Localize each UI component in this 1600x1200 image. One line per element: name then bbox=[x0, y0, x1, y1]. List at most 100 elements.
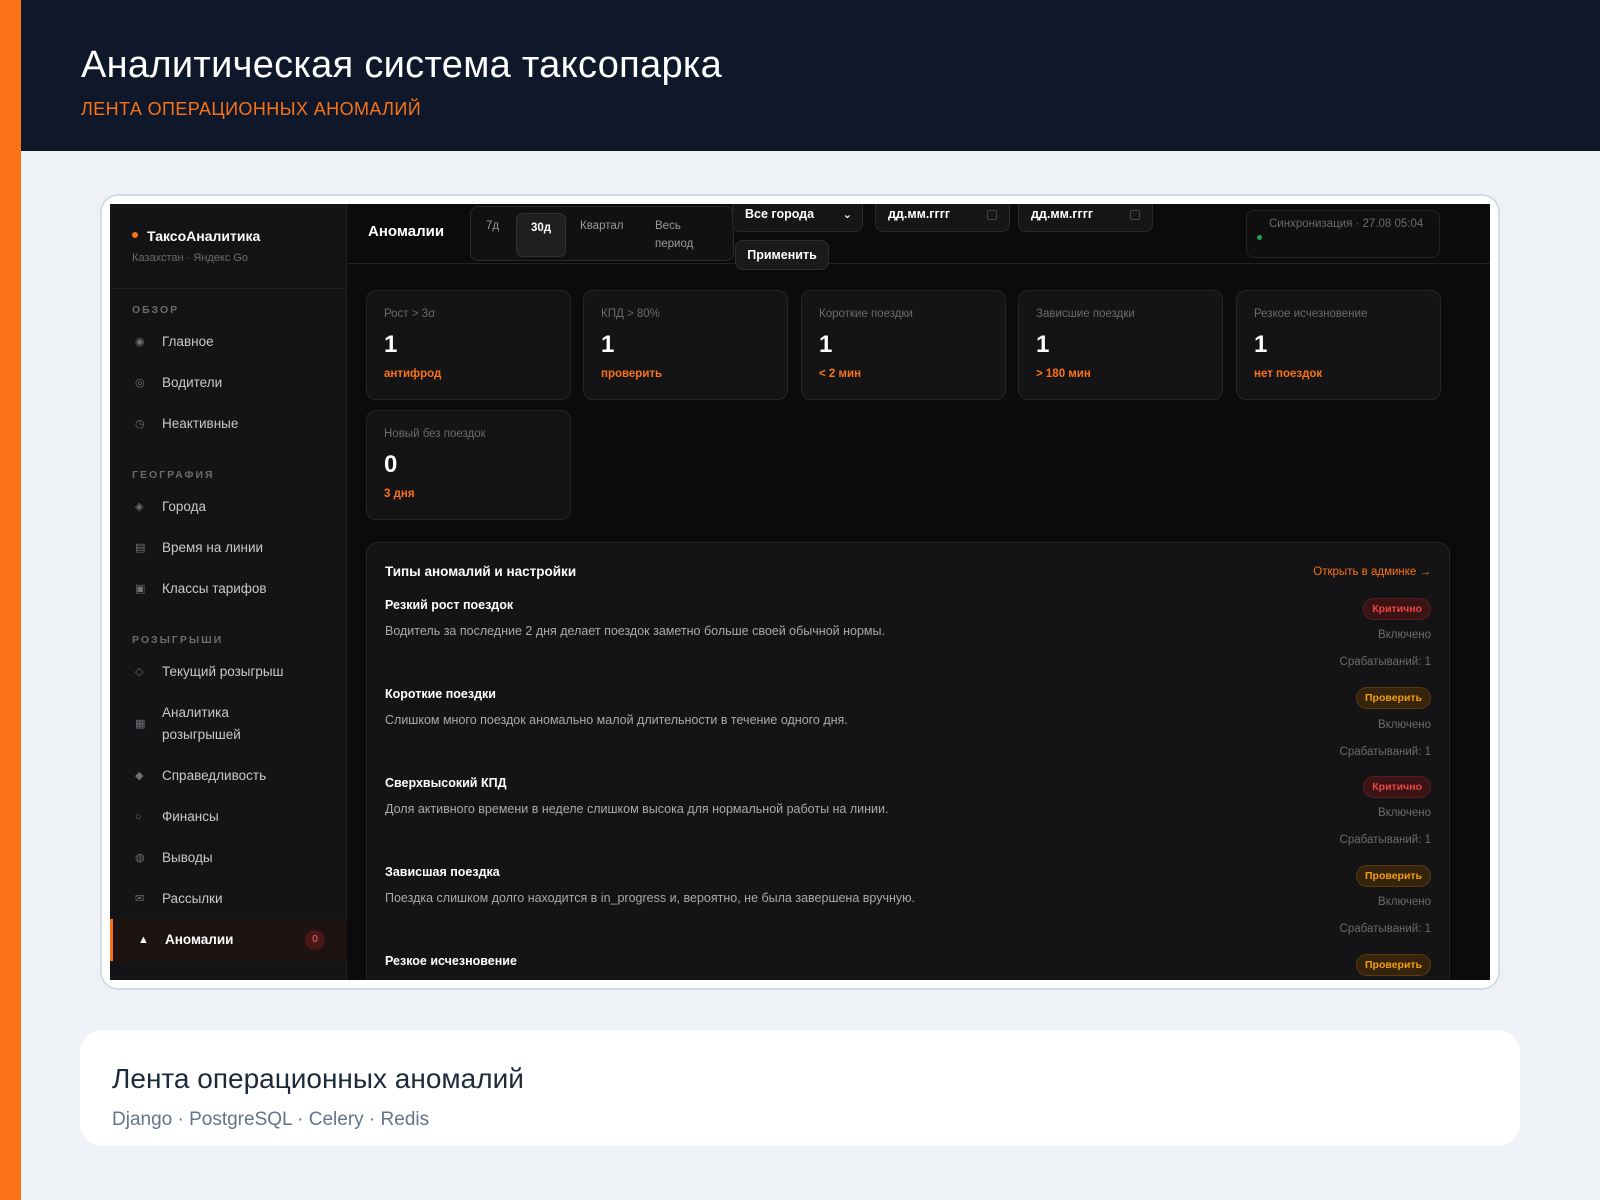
sidebar-item-main[interactable]: ◉ Главное bbox=[132, 331, 327, 353]
stat-card-sub: > 180 мин bbox=[1036, 368, 1091, 380]
apply-button[interactable]: Применить bbox=[735, 240, 829, 270]
sidebar-divider bbox=[110, 288, 347, 289]
sidebar-section-overview: ОБЗОР bbox=[132, 304, 180, 316]
anomaly-types-title: Типы аномалий и настройки bbox=[385, 564, 577, 579]
anomaly-trigger-count: Срабатываний: 1 bbox=[1339, 923, 1431, 935]
sync-text: Синхронизация · 27.08 05:04 bbox=[1269, 218, 1424, 230]
stat-card-disappearance[interactable]: Резкое исчезновение 1 нет поездок bbox=[1236, 290, 1441, 400]
stat-card-label: Короткие поездки bbox=[819, 308, 913, 320]
mail-icon: ✉ bbox=[135, 893, 145, 905]
sidebar-item-label: Водители bbox=[162, 375, 223, 390]
anomaly-trigger-count: Срабатываний: 1 bbox=[1339, 746, 1431, 758]
caption-title: Лента операционных аномалий bbox=[112, 1063, 524, 1094]
sidebar-item-label: Время на линии bbox=[162, 540, 264, 555]
anomaly-status: Включено bbox=[1377, 807, 1431, 819]
anomaly-status: Включено bbox=[1377, 629, 1431, 641]
date-to-placeholder: дд.мм.гггг bbox=[1031, 207, 1094, 221]
calendar-icon bbox=[987, 210, 997, 220]
warning-icon: ▲ bbox=[138, 934, 149, 946]
period-switch: 7д 30д Квартал Весь период bbox=[470, 206, 734, 261]
severity-badge: Проверить bbox=[1356, 954, 1431, 976]
city-select-value: Все города bbox=[745, 207, 815, 221]
sidebar-item-draw-analytics[interactable]: ▦ Аналитика розыгрышей bbox=[132, 702, 292, 746]
stat-card-sub: нет поездок bbox=[1254, 368, 1323, 380]
stat-card-value: 1 bbox=[1254, 331, 1268, 358]
app-screenshot: ТаксоАналитика Казахстан · Яндекс Go ОБЗ… bbox=[110, 204, 1490, 980]
severity-badge: Проверить bbox=[1356, 687, 1431, 709]
brand[interactable]: ТаксоАналитика bbox=[132, 228, 260, 244]
stat-card-label: Новый без поездок bbox=[384, 428, 486, 440]
period-30d[interactable]: 30д bbox=[516, 213, 566, 257]
anomaly-type-name: Короткие поездки bbox=[385, 687, 496, 701]
anomaly-status: Включено bbox=[1377, 719, 1431, 731]
page-subtitle: ЛЕНТА ОПЕРАЦИОННЫХ АНОМАЛИЙ bbox=[81, 99, 422, 119]
brand-dot-icon bbox=[132, 232, 138, 239]
anomaly-type-name: Сверхвысокий КПД bbox=[385, 776, 507, 790]
anomaly-type-description: Водитель за последние 2 дня делает поезд… bbox=[385, 624, 885, 638]
calendar-icon bbox=[1130, 210, 1140, 220]
anomaly-trigger-count: Срабатываний: 1 bbox=[1339, 656, 1431, 668]
stat-card-new-no-trips[interactable]: Новый без поездок 0 3 дня bbox=[366, 410, 571, 520]
sidebar-item-fairness[interactable]: ◆ Справедливость bbox=[132, 765, 327, 787]
sidebar-item-inactive[interactable]: ◷ Неактивные bbox=[132, 413, 327, 435]
period-all[interactable]: Весь период bbox=[655, 217, 715, 253]
stat-card-sub: 3 дня bbox=[384, 488, 415, 500]
stat-card-value: 0 bbox=[384, 451, 398, 478]
sidebar-item-mailings[interactable]: ✉ Рассылки bbox=[132, 888, 327, 910]
drivers-icon: ◎ bbox=[135, 377, 145, 389]
severity-badge: Критично bbox=[1363, 776, 1431, 798]
tariff-icon: ▣ bbox=[135, 583, 146, 595]
stat-card-label: КПД > 80% bbox=[601, 308, 660, 320]
stat-card-stuck-trips[interactable]: Зависшие поездки 1 > 180 мин bbox=[1018, 290, 1223, 400]
calendar-icon: ▤ bbox=[135, 542, 146, 554]
anomaly-status: Включено bbox=[1377, 896, 1431, 908]
sidebar-item-label: Рассылки bbox=[162, 891, 223, 906]
date-from-placeholder: дд.мм.гггг bbox=[888, 207, 951, 221]
severity-badge: Критично bbox=[1363, 598, 1431, 620]
diamond-icon: ◇ bbox=[135, 666, 144, 678]
tech-stack: Django · PostgreSQL · Celery · Redis bbox=[112, 1109, 430, 1130]
date-from-field[interactable]: дд.мм.гггг bbox=[875, 204, 1010, 232]
stat-card-kpd[interactable]: КПД > 80% 1 проверить bbox=[583, 290, 788, 400]
topbar: Аномалии 7д 30д Квартал Весь период Все … bbox=[347, 204, 1490, 270]
date-to-field[interactable]: дд.мм.гггг bbox=[1018, 204, 1153, 232]
open-in-admin-link[interactable]: Открыть в админке → bbox=[1313, 566, 1431, 578]
stat-card-growth[interactable]: Рост > 3σ 1 антифрод bbox=[366, 290, 571, 400]
stat-card-label: Рост > 3σ bbox=[384, 308, 436, 320]
city-select[interactable]: Все города ⌄ bbox=[732, 204, 863, 232]
period-quarter[interactable]: Квартал bbox=[580, 217, 623, 235]
sidebar-item-withdrawals[interactable]: ◍ Выводы bbox=[132, 847, 327, 869]
anomaly-type-description: Поездка слишком долго находится в in_pro… bbox=[385, 891, 915, 905]
sidebar-item-current-draw[interactable]: ◇ Текущий розыгрыш bbox=[132, 661, 327, 683]
sidebar-item-label: Неактивные bbox=[162, 416, 239, 431]
sidebar-item-anomalies[interactable]: ▲ Аномалии 0 bbox=[110, 919, 347, 961]
anomaly-types-panel: Типы аномалий и настройки Открыть в адми… bbox=[366, 542, 1450, 980]
chevron-down-icon: ⌄ bbox=[842, 209, 852, 221]
sidebar-item-line-time[interactable]: ▤ Время на линии bbox=[132, 537, 327, 559]
caption-card: Лента операционных аномалий Django · Pos… bbox=[80, 1030, 1520, 1146]
sidebar-section-geography: ГЕОГРАФИЯ bbox=[132, 469, 215, 481]
sidebar-item-label: Аномалии bbox=[165, 932, 234, 947]
stat-card-value: 1 bbox=[601, 331, 615, 358]
brand-name: ТаксоАналитика bbox=[147, 228, 261, 244]
sidebar-item-label: Аналитика розыгрышей bbox=[162, 705, 241, 742]
sidebar-item-tariffs[interactable]: ▣ Классы тарифов bbox=[132, 578, 327, 600]
sidebar-item-label: Справедливость bbox=[162, 768, 267, 783]
anomaly-type-description: Доля активного времени в неделе слишком … bbox=[385, 802, 889, 816]
sidebar-item-label: Текущий розыгрыш bbox=[162, 664, 284, 679]
sidebar-item-finance[interactable]: ○ Финансы bbox=[132, 806, 327, 828]
anomaly-type-name: Зависшая поездка bbox=[385, 865, 500, 879]
stat-card-short-trips[interactable]: Короткие поездки 1 < 2 мин bbox=[801, 290, 1006, 400]
sidebar-item-label: Города bbox=[162, 499, 207, 514]
period-7d[interactable]: 7д bbox=[486, 217, 499, 235]
sync-status: Синхронизация · 27.08 05:04 bbox=[1246, 210, 1440, 258]
finance-icon: ○ bbox=[135, 811, 142, 823]
stat-card-label: Зависшие поездки bbox=[1036, 308, 1135, 320]
sync-ok-dot-icon bbox=[1257, 235, 1262, 240]
sidebar-item-cities[interactable]: ◈ Города bbox=[132, 496, 327, 518]
stat-card-sub: проверить bbox=[601, 368, 663, 380]
cities-icon: ◈ bbox=[135, 501, 144, 513]
anomaly-type-name: Резкий рост поездок bbox=[385, 598, 514, 612]
sidebar-item-drivers[interactable]: ◎ Водители bbox=[132, 372, 327, 394]
stat-card-sub: < 2 мин bbox=[819, 368, 862, 380]
